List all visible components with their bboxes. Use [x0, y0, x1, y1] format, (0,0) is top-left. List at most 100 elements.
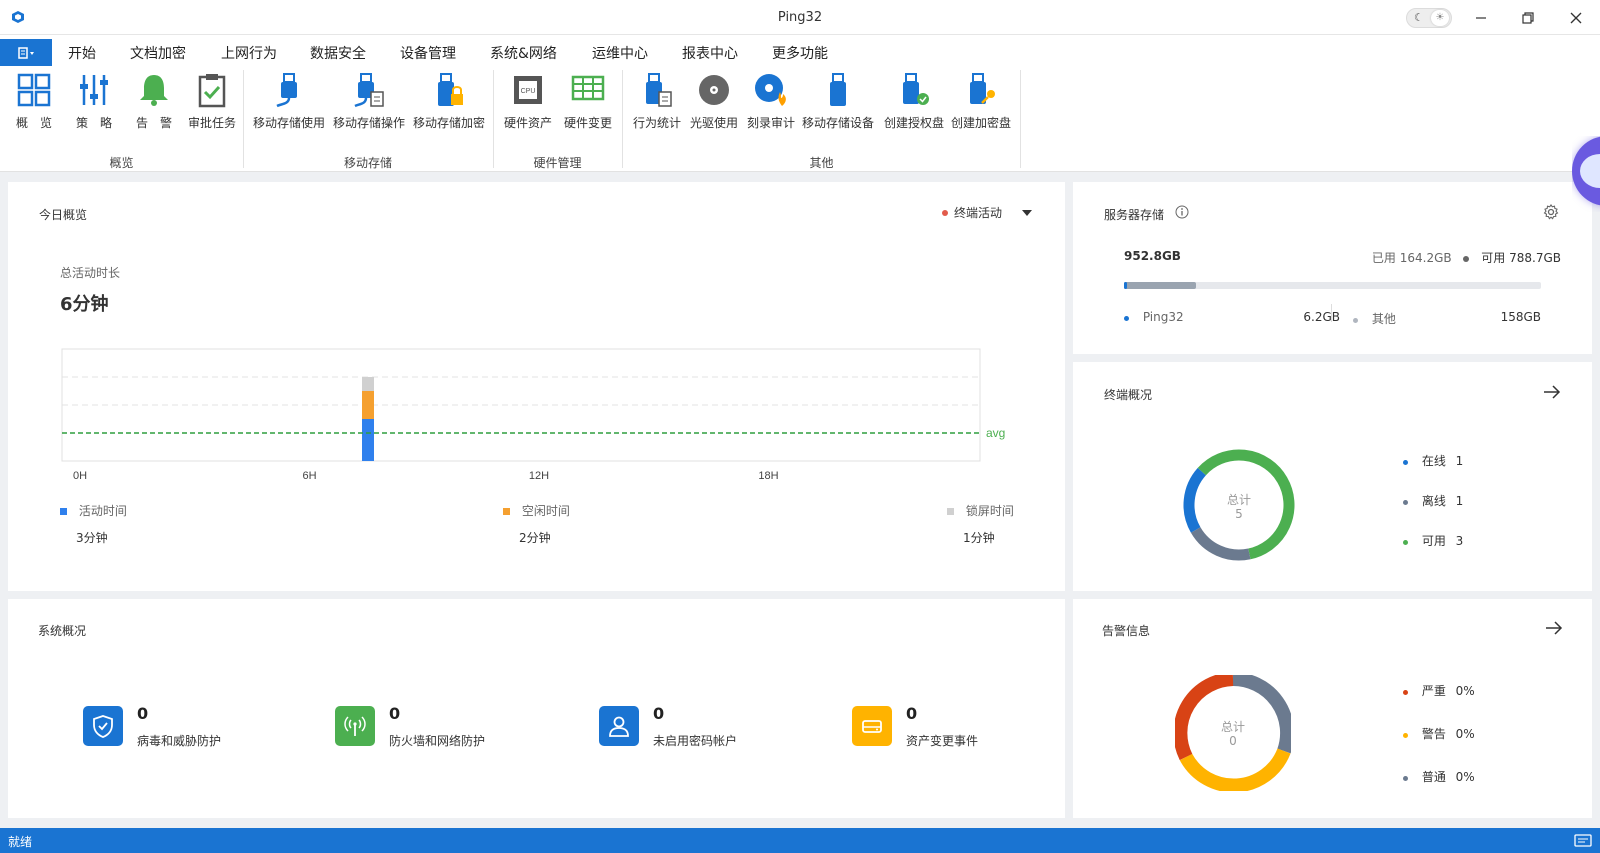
- storage-progress-bar: [1124, 282, 1541, 289]
- storage-total: 952.8GB: [1124, 249, 1181, 263]
- alert-info-panel: 告警信息 总计 0 严重 0% 警告 0% 普通 0%: [1073, 599, 1592, 818]
- ribbon-usb-encrypt-button[interactable]: 移动存储加密: [409, 72, 489, 131]
- ribbon-usb-operation-button[interactable]: 移动存储操作: [329, 72, 409, 131]
- alert-info-title: 告警信息: [1102, 624, 1151, 638]
- legend-lock-swatch: [947, 508, 954, 515]
- x-tick-label: 18H: [758, 470, 778, 482]
- theme-toggle[interactable]: ☾ ☀: [1406, 8, 1452, 28]
- menu-tab-start[interactable]: 开始: [68, 43, 96, 63]
- ribbon-group-usb: 移动存储: [343, 156, 392, 170]
- assistant-bubble[interactable]: [1572, 136, 1600, 212]
- stat-asset-label: 资产变更事件: [906, 734, 979, 748]
- menu-tab-web-behavior[interactable]: 上网行为: [221, 43, 277, 63]
- shield-icon: [93, 715, 113, 738]
- close-button[interactable]: [1561, 6, 1591, 30]
- stat-virus-label: 病毒和威胁防护: [137, 734, 222, 748]
- terminal-overview-title: 终端概况: [1104, 388, 1153, 402]
- storage-used-label: 已用: [1371, 251, 1396, 265]
- stat-firewall-value: 0: [389, 704, 401, 723]
- usb-auth-icon: [903, 73, 929, 105]
- legend-lock-label: 锁屏时间: [965, 504, 1014, 518]
- ribbon-create-encrypt-disk-button[interactable]: 创建加密盘: [941, 72, 1021, 131]
- minimize-button[interactable]: [1466, 6, 1496, 30]
- arrow-right-icon[interactable]: [1545, 621, 1563, 635]
- normal-dot: [1403, 776, 1408, 781]
- x-tick-label: 6H: [302, 470, 316, 482]
- alert-total-value: 0: [1229, 734, 1237, 748]
- badge-drive: [852, 706, 892, 746]
- server-storage-title: 服务器存储: [1104, 208, 1165, 222]
- legend-idle: 空闲时间 2分钟: [503, 502, 570, 546]
- badge-antenna: [335, 706, 375, 746]
- usb-key-icon: [970, 73, 995, 104]
- info-icon[interactable]: [1175, 205, 1189, 219]
- storage-used-value: 164.2GB: [1399, 251, 1452, 265]
- storage-ping32-fill: [1124, 282, 1127, 289]
- severe-dot: [1403, 690, 1408, 695]
- status-bar: 就绪: [0, 828, 1600, 853]
- stat-asset-change-events[interactable]: 0 资产变更事件: [852, 704, 1052, 752]
- close-icon: [1570, 12, 1582, 24]
- alert-warning-item: 警告 0%: [1403, 725, 1475, 742]
- gear-icon[interactable]: [1543, 204, 1559, 220]
- menu-tab-doc-encrypt[interactable]: 文档加密: [130, 43, 186, 63]
- usb-icon: [276, 73, 297, 108]
- window-title: Ping32: [777, 10, 823, 25]
- restore-icon: [1522, 12, 1534, 24]
- alert-normal-item: 普通 0%: [1403, 768, 1475, 785]
- menu-tab-report-center[interactable]: 报表中心: [682, 43, 738, 63]
- terminal-available-item: 可用 3: [1403, 532, 1463, 549]
- stat-no-password-accounts[interactable]: 0 未启用密码帐户: [599, 704, 799, 752]
- stat-password-value: 0: [653, 704, 665, 723]
- disc-icon: [699, 75, 729, 105]
- arrow-right-icon[interactable]: [1543, 385, 1561, 399]
- clipboard-check-icon: [198, 74, 226, 108]
- system-overview-title: 系统概况: [38, 624, 87, 638]
- ribbon-group-overview: 概览: [109, 156, 134, 170]
- badge-user: [599, 706, 639, 746]
- menu-tab-device-management[interactable]: 设备管理: [400, 43, 456, 69]
- storage-item-other: 其他 158GB: [1353, 310, 1541, 327]
- menu-tab-data-security[interactable]: 数据安全: [310, 43, 366, 63]
- storage-used-fill: [1124, 282, 1196, 289]
- online-dot: [1403, 460, 1408, 465]
- available-dot: [1403, 540, 1408, 545]
- ribbon-separator: [1020, 70, 1021, 168]
- app-menu-button[interactable]: [0, 39, 52, 66]
- chart-ticks: 0H 6H 12H 18H: [73, 470, 779, 482]
- hardware-table-icon: [571, 75, 605, 101]
- menu-bar: 开始 文档加密 上网行为 数据安全 设备管理 系统&网络 运维中心 报表中心 更…: [0, 35, 1600, 69]
- title-bar: Ping32 ☾ ☀: [0, 0, 1600, 35]
- terminal-offline-item: 离线 1: [1403, 492, 1463, 509]
- alert-severe-item: 严重 0%: [1403, 682, 1475, 699]
- message-icon[interactable]: [1574, 834, 1592, 847]
- ribbon-toolbar: 概 览 策 略 告 警 审批任务 概览 移动存储使用 移动存储操作 移动存储加密…: [0, 66, 1600, 172]
- storage-free-value: 788.7GB: [1509, 251, 1561, 265]
- svg-text:CPU: CPU: [521, 88, 536, 95]
- stat-virus-value: 0: [137, 704, 149, 723]
- terminal-total-label: 总计: [1226, 493, 1251, 507]
- avg-label: avg: [986, 426, 1005, 440]
- grid-icon: [17, 73, 51, 107]
- menu-tab-system-network[interactable]: 系统&网络: [490, 43, 557, 63]
- restore-button[interactable]: [1513, 6, 1543, 30]
- server-storage-panel: 服务器存储 952.8GB 已用 164.2GB 可用 788.7GB Ping…: [1073, 182, 1592, 354]
- terminal-online-item: 在线 1: [1403, 452, 1463, 469]
- ribbon-usb-device-button[interactable]: 移动存储设备: [798, 72, 878, 131]
- usb-lock-icon: [438, 73, 463, 106]
- chart-bars: [362, 377, 374, 461]
- stat-firewall-label: 防火墙和网络防护: [389, 734, 486, 748]
- terminal-overview-panel: 终端概况 总计 5 在线 1 离线 1 可用 3: [1073, 362, 1592, 591]
- disc-burn-icon: [755, 74, 786, 106]
- user-icon: [609, 716, 629, 737]
- legend-active-value: 3分钟: [76, 531, 108, 545]
- ribbon-usb-usage-button[interactable]: 移动存储使用: [249, 72, 329, 131]
- ribbon-hardware-change-button[interactable]: 硬件变更: [548, 72, 628, 131]
- ribbon-approval-button[interactable]: 审批任务: [172, 72, 252, 131]
- usb-doc-icon: [354, 73, 384, 108]
- legend-idle-value: 2分钟: [519, 531, 551, 545]
- menu-tab-ops-center[interactable]: 运维中心: [592, 43, 648, 63]
- stat-virus-protection[interactable]: 0 病毒和威胁防护: [83, 704, 283, 752]
- menu-tab-more[interactable]: 更多功能: [772, 43, 828, 63]
- stat-firewall-protection[interactable]: 0 防火墙和网络防护: [335, 704, 535, 752]
